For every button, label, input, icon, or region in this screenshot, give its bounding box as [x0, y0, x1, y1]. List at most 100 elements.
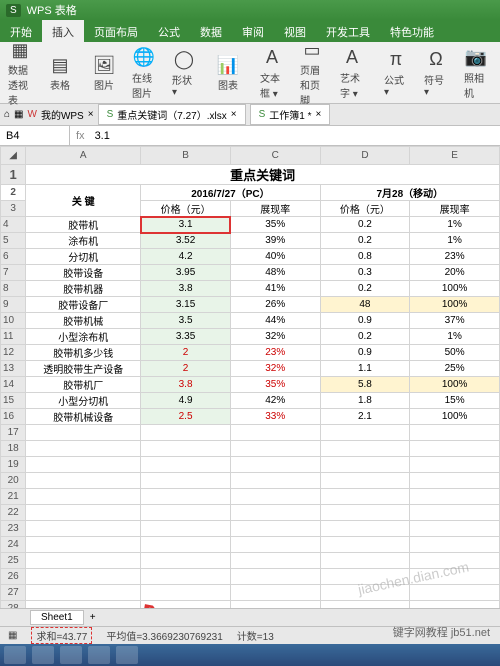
cell[interactable]: 32% — [230, 329, 320, 345]
row-hdr[interactable]: 13 — [1, 361, 26, 377]
cell[interactable]: 15% — [410, 393, 500, 409]
cell[interactable] — [26, 457, 141, 473]
cell[interactable]: 0.2 — [320, 329, 410, 345]
onlinepic-button[interactable]: 🌐在线图片 — [126, 44, 162, 102]
cell[interactable]: 2 — [141, 345, 231, 361]
cell[interactable]: 48 — [320, 297, 410, 313]
cell[interactable]: 23% — [230, 345, 320, 361]
cell[interactable]: 胶带机多少钱 — [26, 345, 141, 361]
row-hdr[interactable]: 8 — [1, 281, 26, 297]
cell[interactable]: 胶带机厂 — [26, 377, 141, 393]
imp-hdr[interactable]: 展现率 — [410, 201, 500, 217]
cell[interactable] — [26, 425, 141, 441]
table-row[interactable]: 16 胶带机械设备 2.5 33% 2.1 100% — [1, 409, 500, 425]
cell[interactable]: 40% — [230, 249, 320, 265]
table-row[interactable]: 4 胶带机 3.1 35% 0.2 1% — [1, 217, 500, 233]
cell[interactable]: 胶带设备厂 — [26, 297, 141, 313]
table-row[interactable]: 13 透明胶带生产设备 2 32% 1.1 25% — [1, 361, 500, 377]
cell[interactable]: 4.2 — [141, 249, 231, 265]
row-hdr[interactable]: 27 — [1, 585, 26, 601]
row-hdr[interactable]: 21 — [1, 489, 26, 505]
cell[interactable] — [26, 505, 141, 521]
table-row[interactable]: 5 涂布机 3.52 39% 0.2 1% — [1, 233, 500, 249]
kw-header[interactable]: 关 键 — [26, 185, 141, 217]
cell[interactable] — [141, 441, 231, 457]
select-all[interactable]: ◢ — [1, 147, 26, 165]
col-E[interactable]: E — [410, 147, 500, 165]
row-hdr[interactable]: 4 — [1, 217, 26, 233]
header-button[interactable]: ▭页眉和页脚 — [294, 36, 330, 109]
cell[interactable]: 1% — [410, 329, 500, 345]
camera-button[interactable]: 📷照相机 — [458, 44, 494, 102]
cell[interactable]: 0.3 — [320, 265, 410, 281]
cell[interactable] — [410, 489, 500, 505]
cell[interactable] — [320, 553, 410, 569]
cell[interactable] — [26, 521, 141, 537]
cell[interactable]: 2.5 — [141, 409, 231, 425]
tab-review[interactable]: 审阅 — [232, 20, 274, 42]
cell[interactable]: 2.1 — [320, 409, 410, 425]
table-row[interactable]: 8 胶带机器 3.8 41% 0.2 100% — [1, 281, 500, 297]
cell-reference[interactable]: B4 — [0, 126, 70, 145]
table-title[interactable]: 重点关键词 — [26, 165, 500, 185]
spreadsheet-grid[interactable]: ◢ A B C D E 1重点关键词 2关 键2016/7/27（PC）7月28… — [0, 146, 500, 644]
tab-layout[interactable]: 页面布局 — [84, 20, 148, 42]
cell[interactable] — [26, 473, 141, 489]
task-button[interactable] — [88, 646, 110, 664]
cell[interactable] — [410, 569, 500, 585]
formula-value[interactable]: 3.1 — [91, 130, 500, 142]
cell[interactable] — [230, 473, 320, 489]
cell[interactable] — [141, 585, 231, 601]
cell[interactable]: 0.8 — [320, 249, 410, 265]
cell[interactable]: 1% — [410, 217, 500, 233]
cell[interactable] — [141, 505, 231, 521]
cell[interactable]: 0.9 — [320, 345, 410, 361]
cell[interactable] — [410, 473, 500, 489]
price-hdr[interactable]: 价格（元） — [141, 201, 231, 217]
shape-button[interactable]: ◯形状 ▾ — [166, 46, 202, 100]
cell[interactable]: 41% — [230, 281, 320, 297]
price-hdr[interactable]: 价格（元） — [320, 201, 410, 217]
cell[interactable]: 分切机 — [26, 249, 141, 265]
row-hdr[interactable]: 20 — [1, 473, 26, 489]
cell[interactable]: 32% — [230, 361, 320, 377]
wordart-button[interactable]: A艺术字 ▾ — [334, 44, 370, 102]
cell[interactable]: 100% — [410, 409, 500, 425]
cell[interactable]: 39% — [230, 233, 320, 249]
cell[interactable]: 33% — [230, 409, 320, 425]
cell[interactable] — [320, 489, 410, 505]
cell[interactable] — [141, 457, 231, 473]
table-row[interactable]: 15 小型分切机 4.9 42% 1.8 15% — [1, 393, 500, 409]
cell[interactable]: 100% — [410, 281, 500, 297]
tab-formula[interactable]: 公式 — [148, 20, 190, 42]
cell[interactable]: 3.1 — [141, 217, 231, 233]
cell[interactable]: 35% — [230, 377, 320, 393]
row-hdr[interactable]: 2 — [1, 185, 26, 201]
cell[interactable]: 3.8 — [141, 377, 231, 393]
cell[interactable] — [320, 537, 410, 553]
cell[interactable]: 100% — [410, 297, 500, 313]
cell[interactable] — [410, 537, 500, 553]
close-icon[interactable]: × — [315, 109, 321, 120]
cell[interactable]: 小型分切机 — [26, 393, 141, 409]
table-row[interactable]: 6 分切机 4.2 40% 0.8 23% — [1, 249, 500, 265]
cell[interactable]: 5.8 — [320, 377, 410, 393]
row-hdr[interactable]: 11 — [1, 329, 26, 345]
table-row[interactable]: 12 胶带机多少钱 2 23% 0.9 50% — [1, 345, 500, 361]
table-row[interactable]: 7 胶带设备 3.95 48% 0.3 20% — [1, 265, 500, 281]
cell[interactable]: 50% — [410, 345, 500, 361]
col-D[interactable]: D — [320, 147, 410, 165]
cell[interactable]: 胶带机 — [26, 217, 141, 233]
table-row[interactable]: 10 胶带机械 3.5 44% 0.9 37% — [1, 313, 500, 329]
tab-special[interactable]: 特色功能 — [380, 20, 444, 42]
fx-icon[interactable]: fx — [70, 130, 91, 142]
doc-tab-1[interactable]: S重点关键词（7.27）.xlsx× — [98, 104, 246, 125]
cell[interactable] — [230, 505, 320, 521]
cell[interactable] — [410, 441, 500, 457]
cell[interactable] — [320, 441, 410, 457]
cell[interactable]: 3.8 — [141, 281, 231, 297]
cell[interactable]: 胶带机械 — [26, 313, 141, 329]
cell[interactable]: 35% — [230, 217, 320, 233]
add-sheet[interactable]: + — [84, 612, 102, 623]
cell[interactable] — [141, 537, 231, 553]
